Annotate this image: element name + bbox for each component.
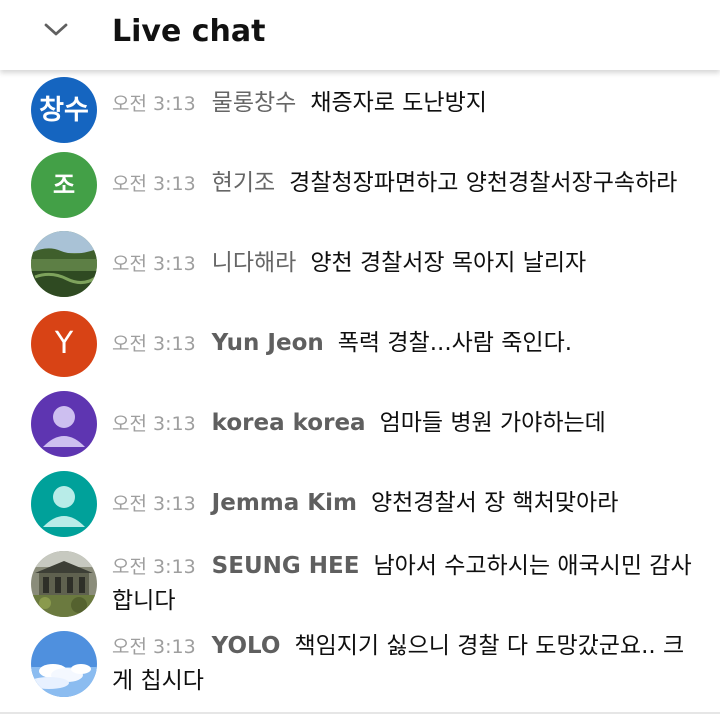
message-author[interactable]: korea korea — [212, 410, 366, 436]
chevron-down-icon — [44, 23, 68, 36]
message-timestamp: 오전 3:13 — [112, 173, 196, 195]
message-timestamp: 오전 3:13 — [112, 493, 196, 515]
message-author[interactable]: Jemma Kim — [212, 490, 357, 516]
avatar[interactable] — [31, 471, 97, 537]
landscape-photo-icon — [31, 231, 97, 297]
chat-message: 오전 3:13 SEUNG HEE 남아서 수고하시는 애국시민 감사합니다 — [112, 549, 702, 618]
chat-message: 오전 3:13 Yun Jeon 폭력 경찰...사람 죽인다. — [112, 326, 702, 361]
chat-message: 오전 3:13 니다해라 양천 경찰서장 목아지 날리자 — [112, 246, 702, 281]
page-title: Live chat — [112, 14, 266, 49]
sky-photo-icon — [31, 631, 97, 697]
avatar[interactable]: 창수 — [31, 77, 97, 143]
message-text: 경찰청장파면하고 양천경찰서장구속하라 — [289, 170, 678, 196]
message-timestamp: 오전 3:13 — [112, 413, 196, 435]
message-text: 엄마들 병원 가야하는데 — [379, 410, 606, 436]
message-timestamp: 오전 3:13 — [112, 93, 196, 115]
avatar[interactable] — [31, 391, 97, 457]
message-text: 남아서 수고하시는 애국시민 감사합니다 — [112, 553, 692, 614]
message-author[interactable]: SEUNG HEE — [212, 553, 360, 579]
chat-message: 오전 3:13 Jemma Kim 양천경찰서 장 핵처맞아라 — [112, 486, 702, 521]
message-timestamp: 오전 3:13 — [112, 636, 196, 658]
message-timestamp: 오전 3:13 — [112, 333, 196, 355]
message-author[interactable]: 물롱창수 — [212, 90, 297, 116]
message-text: 양천경찰서 장 핵처맞아라 — [370, 490, 619, 516]
message-text: 폭력 경찰...사람 죽인다. — [337, 330, 573, 356]
avatar[interactable]: 조 — [31, 152, 97, 218]
avatar[interactable]: Y — [31, 311, 97, 377]
avatar[interactable] — [31, 631, 97, 697]
avatar-initials: 창수 — [39, 94, 89, 126]
message-author[interactable]: YOLO — [212, 633, 281, 659]
message-author[interactable]: 현기조 — [212, 170, 275, 196]
message-author[interactable]: 니다해라 — [212, 250, 297, 276]
chat-message-list[interactable]: 창수 오전 3:13 물롱창수 채증자로 도난방지 조 오전 3:13 현기조 경찰청장… — [0, 0, 720, 720]
message-timestamp: 오전 3:13 — [112, 556, 196, 578]
chat-message: 오전 3:13 YOLO 책임지기 싫으니 경찰 다 도망갔군요.. 크게 칩시다 — [112, 629, 702, 698]
chat-message: 오전 3:13 현기조 경찰청장파면하고 양천경찰서장구속하라 — [112, 166, 702, 201]
message-text: 책임지기 싫으니 경찰 다 도망갔군요.. 크게 칩시다 — [112, 633, 685, 694]
default-user-icon — [43, 406, 85, 447]
chat-message: 오전 3:13 물롱창수 채증자로 도난방지 — [112, 86, 702, 121]
message-author[interactable]: Yun Jeon — [212, 330, 324, 356]
message-text: 양천 경찰서장 목아지 날리자 — [310, 250, 587, 276]
bottom-divider — [0, 712, 720, 714]
collapse-chat-button[interactable] — [36, 12, 76, 48]
avatar-initials: Y — [54, 326, 74, 361]
default-user-icon — [43, 486, 85, 527]
chat-message: 오전 3:13 korea korea 엄마들 병원 가야하는데 — [112, 406, 702, 441]
avatar-initials: 조 — [52, 171, 76, 199]
avatar[interactable] — [31, 231, 97, 297]
message-timestamp: 오전 3:13 — [112, 253, 196, 275]
building-photo-icon — [31, 551, 97, 617]
avatar[interactable] — [31, 551, 97, 617]
message-text: 채증자로 도난방지 — [310, 90, 487, 116]
chat-header: Live chat — [0, 0, 720, 70]
